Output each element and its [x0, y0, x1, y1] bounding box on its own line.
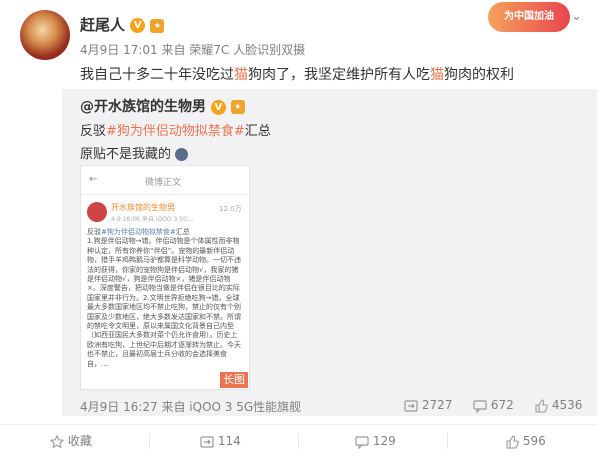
image-header: ← 微博正文 — [81, 166, 249, 195]
divider — [447, 433, 448, 449]
quoted-text-line2: 原贴不是我藏的 — [80, 143, 189, 162]
campaign-badge[interactable]: 为中国加油 — [488, 2, 570, 32]
author-avatar[interactable] — [20, 10, 70, 60]
comment-count: 129 — [372, 434, 396, 448]
like-count: 4536 — [551, 398, 583, 412]
repost-icon — [200, 435, 214, 448]
quoted-text: 汇总 — [244, 124, 271, 139]
quoted-repost[interactable]: 2727 — [404, 398, 452, 413]
repost-icon — [404, 399, 418, 412]
image-author: 开水族馆的生物男 — [111, 203, 175, 212]
highlight-link[interactable]: 猫 — [234, 67, 248, 83]
medal-icon: ★ — [230, 100, 245, 114]
image-body: 反驳#狗为伴侣动物拟禁食#汇总 1.狗是伴侣动物→错。伴侣动物是个体属性而非物种… — [87, 228, 243, 369]
like-icon — [535, 398, 548, 413]
divider — [298, 433, 299, 449]
like-button[interactable]: 596 — [505, 425, 546, 457]
quoted-text: 原贴不是我藏的 — [80, 147, 172, 162]
emoji-icon — [175, 148, 189, 161]
repost-button[interactable]: 114 — [200, 425, 241, 457]
divider — [149, 433, 150, 449]
image-avatar — [87, 202, 107, 222]
image-tag-line: 反驳#狗为伴侣动物拟禁食#汇总 — [87, 228, 243, 237]
quoted-text-line1: 反驳#狗为伴侣动物拟禁食#汇总 — [80, 120, 271, 139]
star-icon — [49, 434, 65, 448]
chevron-down-icon[interactable]: ⌄ — [571, 9, 582, 24]
long-image-badge: 长图 — [220, 372, 248, 388]
image-text: 反驳 — [87, 228, 101, 236]
quoted-meta[interactable]: 4月9日 16:27 来自 iQOO 3 5G性能旗舰 — [80, 398, 301, 415]
quoted-author[interactable]: @开水族馆的生物男 — [80, 99, 206, 115]
post-meta[interactable]: 4月9日 17:01 来自 荣耀7C 人脸识别双摄 — [80, 41, 305, 58]
image-text: 汇总 — [175, 228, 190, 236]
image-meta: 4-9 16:06 来自 iQOO 3 5G... — [111, 216, 194, 223]
quoted-comment[interactable]: 672 — [473, 398, 514, 413]
comment-count: 672 — [490, 398, 514, 412]
quoted-text: 反驳 — [80, 124, 107, 139]
verified-icon: V — [130, 18, 146, 33]
repost-count: 2727 — [421, 398, 453, 412]
image-follow: 12.0万 — [219, 205, 242, 213]
favorite-button[interactable]: 收藏 — [49, 425, 92, 457]
image-hashtag: #狗为伴侣动物拟禁食# — [101, 228, 176, 236]
comment-icon — [355, 435, 369, 449]
post-text: 我自己十多二十年没吃过猫狗肉了，我坚定维护所有人吃猫狗肉的权利 — [80, 64, 514, 84]
author-name[interactable]: 赶尾人 — [80, 16, 125, 34]
back-arrow-icon: ← — [89, 174, 98, 185]
verified-icon: V — [210, 99, 226, 115]
author-line: 赶尾人 V ★ — [80, 14, 165, 35]
quoted-like[interactable]: 4536 — [534, 398, 582, 413]
favorite-label: 收藏 — [67, 434, 92, 448]
highlight-link[interactable]: 猫 — [430, 67, 444, 83]
comment-button[interactable]: 129 — [355, 425, 396, 457]
like-icon — [506, 434, 519, 449]
action-bar: 收藏 114 129 596 — [0, 424, 597, 457]
medal-icon: ★ — [150, 18, 165, 33]
hashtag-link[interactable]: #狗为伴侣动物拟禁食# — [106, 124, 245, 139]
image-title: 微博正文 — [145, 178, 182, 188]
comment-icon — [473, 399, 487, 413]
image-text: 1.狗是伴侣动物→错。伴侣动物是个体属性而非物种认定，所有你养你“伴侣”。宠物的… — [87, 237, 241, 368]
repost-count: 114 — [217, 434, 241, 448]
post-text-part: 狗肉了，我坚定维护所有人吃 — [248, 67, 430, 83]
quoted-author-line: @开水族馆的生物男 V ★ — [80, 96, 245, 116]
attached-image[interactable]: ← 微博正文 开水族馆的生物男 4-9 16:06 来自 iQOO 3 5G..… — [80, 165, 250, 390]
like-count: 596 — [522, 434, 546, 448]
post-text-part: 我自己十多二十年没吃过 — [80, 67, 234, 83]
post-text-part: 狗肉的权利 — [444, 67, 514, 83]
